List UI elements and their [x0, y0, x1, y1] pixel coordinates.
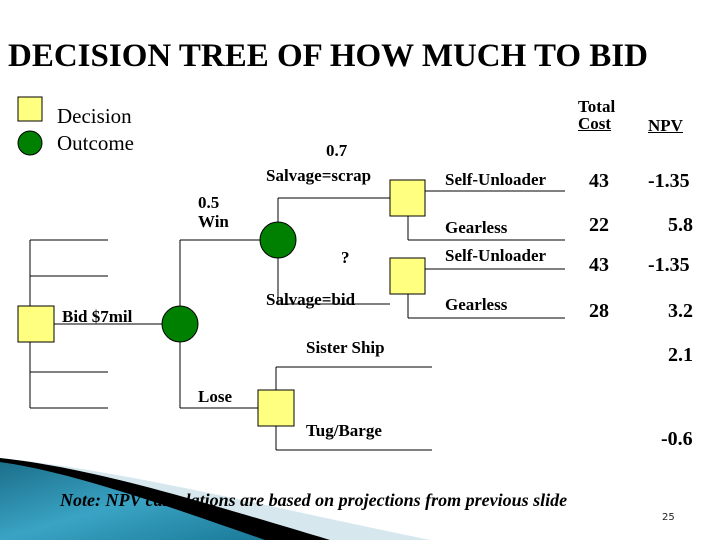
total-cost-value: 22 [589, 214, 609, 236]
bid-probability: ? [341, 248, 350, 267]
footnote: Note: NPV calculations are based on proj… [60, 490, 568, 510]
legend-decision-label: Decision [57, 104, 132, 128]
npv-value: -0.6 [661, 428, 693, 450]
total-cost-header-line1: Total [578, 97, 616, 116]
option-label: Self-Unloader [445, 170, 547, 189]
npv-value: -1.35 [648, 170, 690, 192]
win-lose-outcome-node [161, 305, 199, 343]
page-number: 25 [662, 512, 675, 523]
scrap-decision-node [389, 179, 426, 217]
decision-tree [17, 96, 565, 451]
lose-decision-node [257, 389, 295, 427]
legend-decision-icon [17, 96, 43, 122]
lose-label: Lose [198, 387, 232, 406]
slide-title: DECISION TREE OF HOW MUCH TO BID [8, 38, 648, 74]
scrap-label: Salvage=scrap [266, 166, 372, 185]
salvage-outcome-node [259, 221, 297, 259]
total-cost-header: Total Cost [578, 98, 615, 132]
bid-salvage-label: Salvage=bid [266, 290, 356, 309]
option-label: Gearless [445, 295, 508, 314]
win-probability: 0.5 [198, 193, 220, 212]
legend-outcome-icon [17, 130, 43, 156]
npv-value: 5.8 [668, 214, 693, 236]
bid-decision-node [389, 257, 426, 295]
option-label: Tug/Barge [306, 421, 382, 440]
legend-outcome-label: Outcome [57, 131, 134, 155]
npv-value: -1.35 [648, 254, 690, 276]
npv-header: NPV [648, 116, 683, 135]
total-cost-value: 28 [589, 300, 609, 322]
total-cost-header-line2: Cost [578, 114, 612, 133]
total-cost-value: 43 [589, 254, 609, 276]
root-decision-node [17, 305, 55, 343]
scrap-probability: 0.7 [326, 141, 348, 160]
npv-value: 3.2 [668, 300, 693, 322]
npv-value: 2.1 [668, 344, 693, 366]
total-cost-value: 43 [589, 170, 609, 192]
option-label: Gearless [445, 218, 508, 237]
option-label: Sister Ship [306, 338, 385, 357]
option-label: Self-Unloader [445, 246, 547, 265]
bid-branch-label: Bid $7mil [62, 307, 133, 326]
win-label: Win [198, 212, 229, 231]
